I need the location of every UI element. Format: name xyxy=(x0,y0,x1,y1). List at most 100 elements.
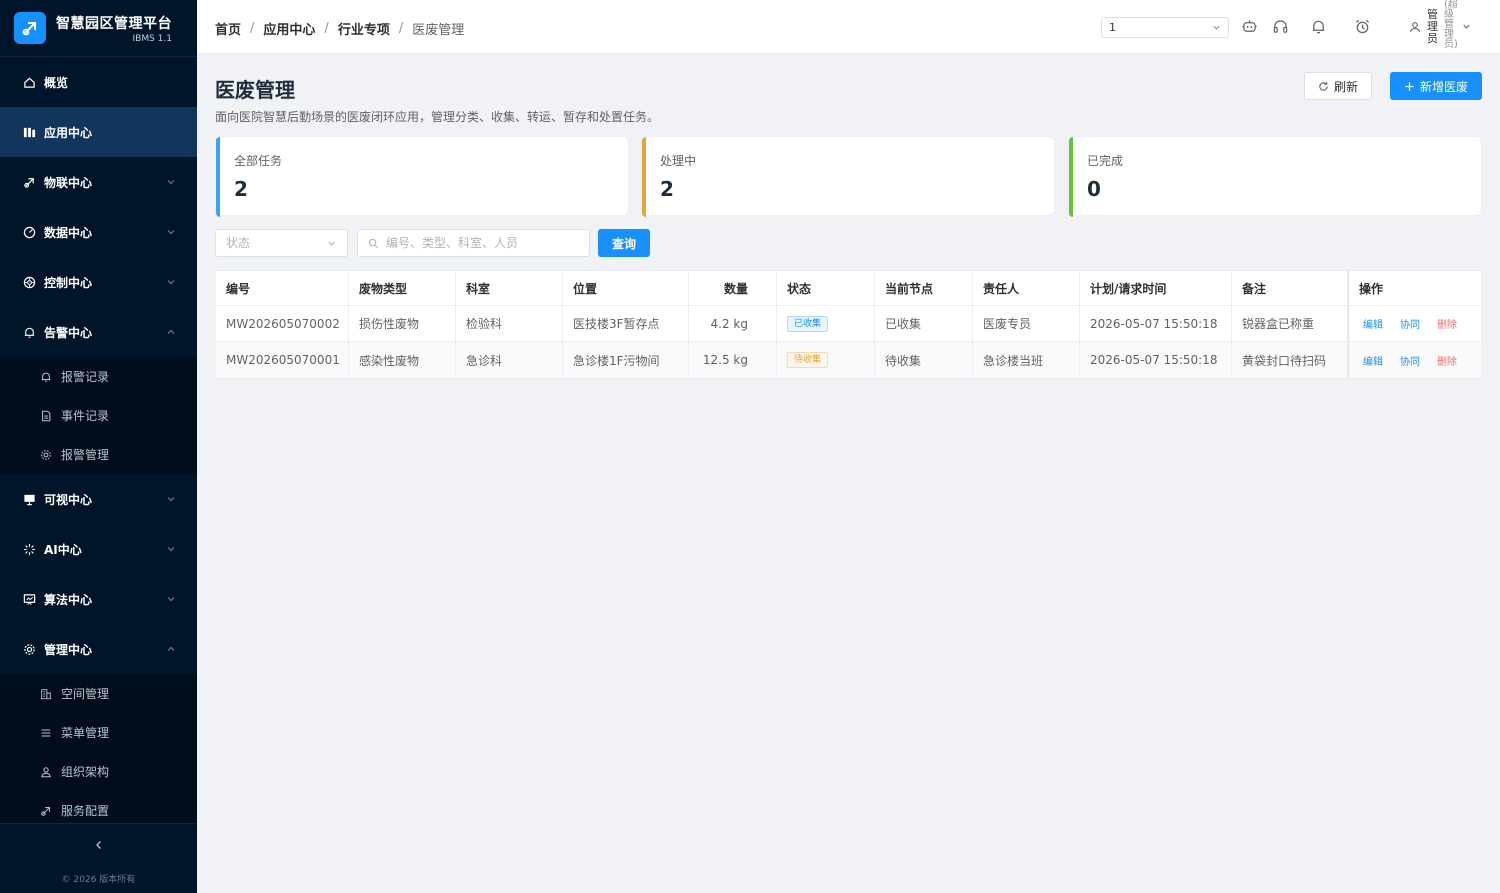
assist-link[interactable]: 协同 xyxy=(1400,353,1420,368)
table-row[interactable]: MW202605070002 损伤性废物 检验科 医技楼3F暂存点 4.2 kg… xyxy=(216,306,1481,342)
user-role: (超级管理员) xyxy=(1444,0,1458,50)
header-select[interactable]: 1 xyxy=(1101,17,1229,38)
column-header[interactable]: 计划/请求时间 xyxy=(1080,271,1232,305)
bell-icon[interactable] xyxy=(1310,18,1327,35)
status-select[interactable]: 状态 xyxy=(215,229,348,257)
breadcrumb-separator: / xyxy=(250,21,255,36)
sidebar-subitem-org[interactable]: 组织架构 xyxy=(0,752,197,791)
gear-icon xyxy=(40,449,52,461)
search-placeholder: 编号、类型、科室、人员 xyxy=(386,236,519,250)
cell-actions: 编辑 协同 删除 xyxy=(1348,306,1481,341)
sidebar-item-manage[interactable]: 管理中心 xyxy=(0,624,197,674)
ai-icon xyxy=(22,542,36,556)
sidebar-subitem-label: 组织架构 xyxy=(61,765,110,779)
sidebar-subitem-label: 服务配置 xyxy=(61,804,110,818)
user-icon xyxy=(40,766,52,778)
sidebar-subitem-label: 报警记录 xyxy=(61,370,110,384)
alarm-clock-icon[interactable] xyxy=(1354,18,1371,35)
sidebar-item-data[interactable]: 数据中心 xyxy=(0,207,197,257)
user-menu[interactable]: 管理员 (超级管理员) xyxy=(1407,0,1471,54)
cell-location: 医技楼3F暂存点 xyxy=(563,306,689,341)
cell-dept: 急诊科 xyxy=(456,342,563,378)
table-header-row: 编号 废物类型 科室 位置 数量 状态 当前节点 责任人 计划/请求时间 备注 … xyxy=(216,271,1481,306)
cell-quantity: 12.5 kg xyxy=(689,342,777,378)
column-header[interactable]: 状态 xyxy=(777,271,875,305)
column-header[interactable]: 科室 xyxy=(456,271,563,305)
status-select-placeholder: 状态 xyxy=(226,236,251,250)
chevron-down-icon xyxy=(1463,24,1470,29)
sidebar-subitem-label: 报警管理 xyxy=(61,448,110,462)
sidebar-subitem-alarm-records[interactable]: 报警记录 xyxy=(0,357,197,396)
add-button-label: 新增医废 xyxy=(1419,79,1468,94)
sidebar-item-visual[interactable]: 可视中心 xyxy=(0,474,197,524)
sidebar-item-overview[interactable]: 概览 xyxy=(0,57,197,107)
sidebar: 智慧园区管理平台 IBMS 1.1 概览 应用中心 物联中心 数据中心 控制中心 xyxy=(0,0,197,893)
top-header: 首页 / 应用中心 / 行业专项 / 医废管理 1 管理员 (超级管理员) xyxy=(197,0,1500,54)
cell-dept: 检验科 xyxy=(456,306,563,341)
chevron-down-icon xyxy=(167,597,175,602)
user-name: 管理员 xyxy=(1427,8,1438,45)
column-header[interactable]: 废物类型 xyxy=(349,271,456,305)
assist-link[interactable]: 协同 xyxy=(1400,316,1420,331)
cell-actions: 编辑 协同 删除 xyxy=(1348,342,1481,378)
stat-label: 全部任务 xyxy=(234,154,283,168)
sidebar-item-label: AI中心 xyxy=(44,542,82,557)
edit-link[interactable]: 编辑 xyxy=(1363,316,1383,331)
sidebar-subitem-alarm-manage[interactable]: 报警管理 xyxy=(0,435,197,474)
column-header[interactable]: 备注 xyxy=(1232,271,1348,305)
column-header[interactable]: 责任人 xyxy=(973,271,1080,305)
delete-link[interactable]: 删除 xyxy=(1437,316,1457,331)
chevron-down-icon xyxy=(167,547,175,552)
breadcrumb-separator: / xyxy=(398,21,404,36)
query-button[interactable]: 查询 xyxy=(598,229,650,257)
sidebar-item-ai[interactable]: AI中心 xyxy=(0,524,197,574)
breadcrumb: 首页 / 应用中心 / 行业专项 / 医废管理 xyxy=(215,19,464,38)
breadcrumb-industry[interactable]: 行业专项 xyxy=(338,19,390,38)
collapse-sidebar-icon[interactable] xyxy=(92,838,106,852)
stat-card-accent xyxy=(216,137,220,217)
search-input[interactable]: 编号、类型、科室、人员 xyxy=(357,229,590,257)
sidebar-subitem-event-records[interactable]: 事件记录 xyxy=(0,396,197,435)
copyright: © 2026 版本所有 xyxy=(61,875,136,885)
sidebar-subitem-menu[interactable]: 菜单管理 xyxy=(0,713,197,752)
breadcrumb-apps[interactable]: 应用中心 xyxy=(263,19,315,38)
sidebar-item-apps[interactable]: 应用中心 xyxy=(0,107,197,157)
column-header[interactable]: 数量 xyxy=(689,271,777,305)
iot-icon xyxy=(22,175,36,189)
document-icon xyxy=(40,410,52,422)
edit-link[interactable]: 编辑 xyxy=(1363,353,1383,368)
sidebar-item-algorithm[interactable]: 算法中心 xyxy=(0,574,197,624)
table-row[interactable]: MW202605070001 感染性废物 急诊科 急诊楼1F污物间 12.5 k… xyxy=(216,342,1481,378)
sidebar-subitem-space[interactable]: 空间管理 xyxy=(0,674,197,713)
menu-icon xyxy=(40,727,52,739)
cell-owner: 急诊楼当班 xyxy=(973,342,1080,378)
sidebar-item-label: 告警中心 xyxy=(44,325,93,340)
stat-card-accent xyxy=(642,137,646,217)
apps-icon xyxy=(22,125,36,139)
sidebar-item-control[interactable]: 控制中心 xyxy=(0,257,197,307)
add-medical-waste-button[interactable]: 新增医废 xyxy=(1390,72,1482,100)
stat-value: 0 xyxy=(1087,177,1101,201)
cell-location: 急诊楼1F污物间 xyxy=(563,342,689,378)
robot-icon[interactable] xyxy=(1241,18,1258,35)
headset-icon[interactable] xyxy=(1272,18,1289,35)
sidebar-item-iot[interactable]: 物联中心 xyxy=(0,157,197,207)
sidebar-item-label: 物联中心 xyxy=(44,175,93,190)
cell-owner: 医废专员 xyxy=(973,306,1080,341)
breadcrumb-home[interactable]: 首页 xyxy=(215,19,241,38)
sidebar-item-label: 应用中心 xyxy=(44,125,93,140)
data-icon xyxy=(22,225,36,239)
column-header[interactable]: 当前节点 xyxy=(875,271,973,305)
delete-link[interactable]: 删除 xyxy=(1437,353,1457,368)
chevron-down-icon xyxy=(167,497,175,502)
breadcrumb-separator: / xyxy=(324,21,329,36)
column-header[interactable]: 编号 xyxy=(216,271,349,305)
sidebar-item-alarm[interactable]: 告警中心 xyxy=(0,307,197,357)
cell-id: MW202605070001 xyxy=(216,342,349,378)
refresh-button[interactable]: 刷新 xyxy=(1304,72,1372,100)
header-select-value: 1 xyxy=(1109,21,1116,34)
brand[interactable]: 智慧园区管理平台 IBMS 1.1 xyxy=(0,0,197,57)
page-title: 医废管理 xyxy=(215,78,295,102)
column-header[interactable]: 位置 xyxy=(563,271,689,305)
query-button-label: 查询 xyxy=(611,236,636,251)
